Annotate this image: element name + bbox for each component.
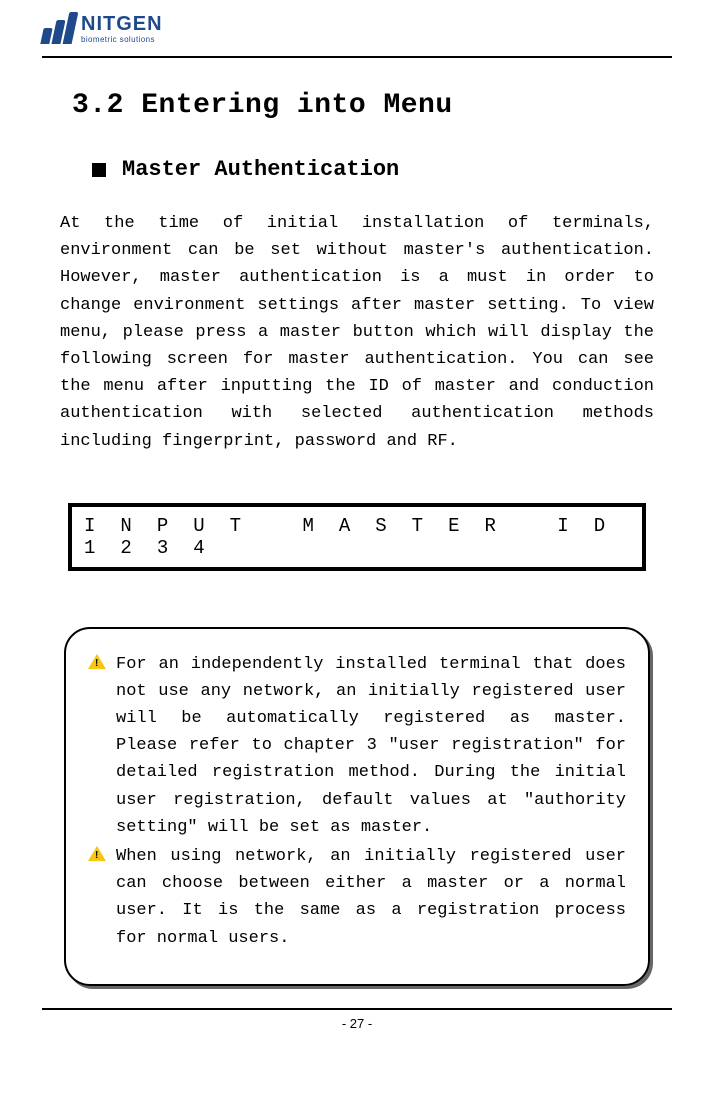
- page-header: NITGEN biometric solutions: [42, 12, 672, 52]
- notice-box: For an independently installed terminal …: [64, 627, 650, 986]
- square-bullet-icon: [92, 163, 106, 177]
- display-row-1: I N P U T M A S T E R I D: [84, 515, 630, 537]
- logo-bars-icon: [42, 12, 75, 44]
- display-row-2: 1 2 3 4: [84, 537, 630, 559]
- notice-text: For an independently installed terminal …: [116, 651, 626, 841]
- page-content: 3.2 Entering into Menu Master Authentica…: [42, 58, 672, 986]
- warning-icon: [88, 846, 106, 861]
- document-page: NITGEN biometric solutions 3.2 Entering …: [0, 0, 714, 1051]
- logo: NITGEN biometric solutions: [42, 12, 163, 44]
- page-number: - 27 -: [42, 1016, 672, 1031]
- subsection-title: Master Authentication: [122, 157, 399, 182]
- lcd-display-box: I N P U T M A S T E R I D 1 2 3 4: [68, 503, 646, 571]
- notice-item: When using network, an initially registe…: [88, 843, 626, 952]
- section-title: 3.2 Entering into Menu: [72, 90, 654, 121]
- warning-icon: [88, 654, 106, 669]
- logo-tagline: biometric solutions: [81, 36, 163, 44]
- logo-brand-text: NITGEN: [81, 14, 163, 34]
- subsection-header: Master Authentication: [92, 157, 654, 182]
- notice-text: When using network, an initially registe…: [116, 843, 626, 952]
- footer-divider: [42, 1008, 672, 1010]
- body-paragraph: At the time of initial installation of t…: [60, 210, 654, 455]
- notice-item: For an independently installed terminal …: [88, 651, 626, 841]
